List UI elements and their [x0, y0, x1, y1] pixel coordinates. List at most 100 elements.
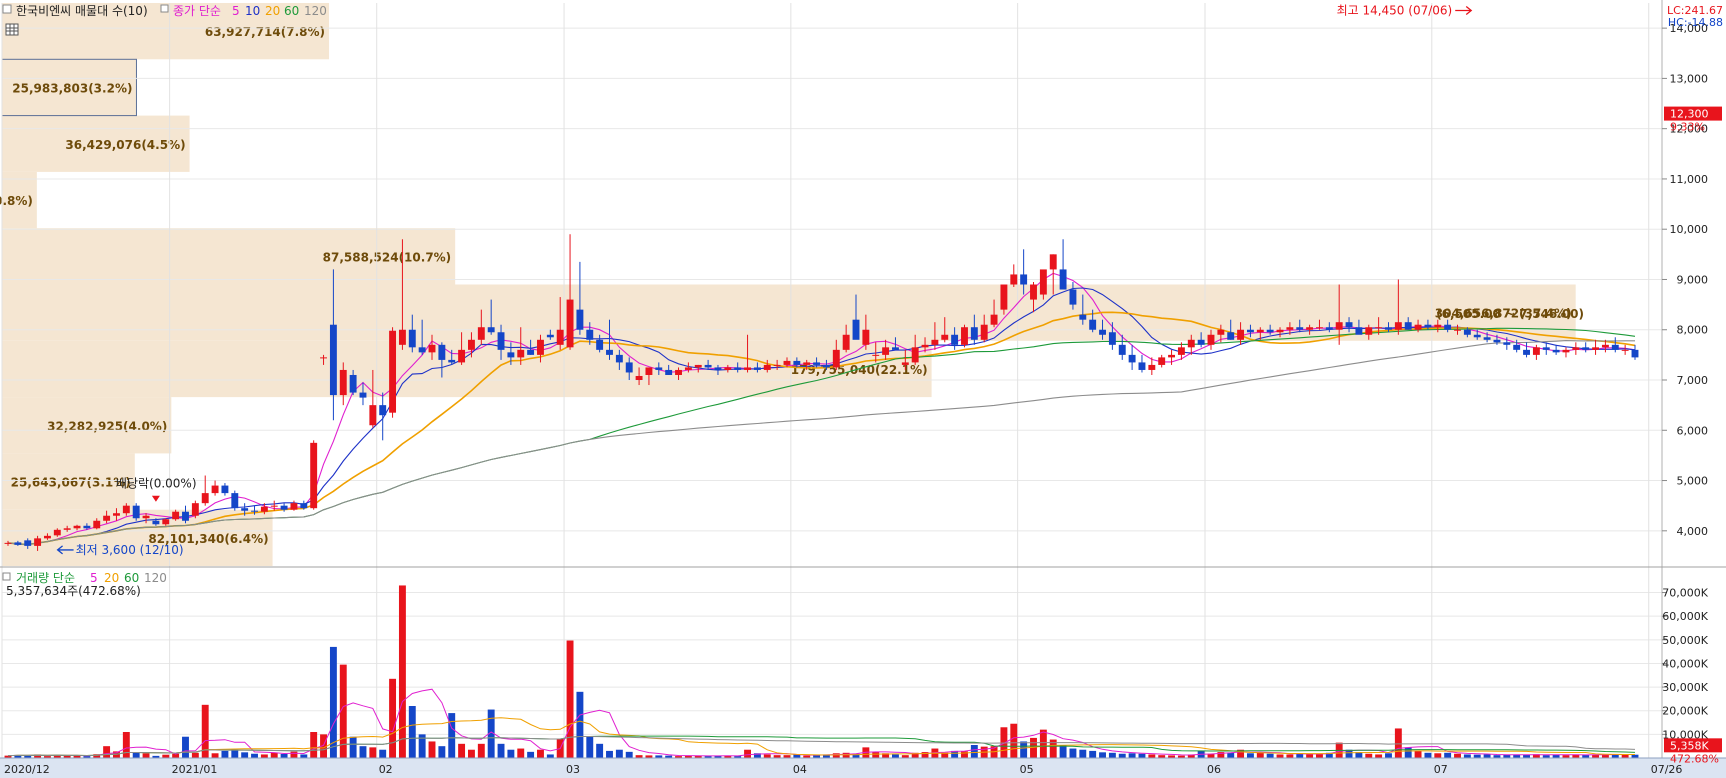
time-tick-label: 2020/12 — [4, 763, 50, 776]
volume-bar — [260, 754, 268, 758]
dividend-annotation: 배당락(0.00%) — [116, 477, 197, 491]
volume-bar — [458, 743, 466, 758]
volume-tick-label: 30,000K — [1662, 681, 1708, 694]
candle-body — [83, 525, 91, 529]
candle-body — [1542, 347, 1550, 350]
candle-body — [4, 542, 12, 544]
volume-bar — [280, 753, 288, 758]
volume-bar — [763, 754, 771, 758]
candle-body — [665, 369, 673, 375]
price-tick-label: 8,000 — [1677, 324, 1709, 337]
candle-body — [201, 493, 209, 504]
candle-body — [1030, 284, 1037, 300]
volume-bar — [389, 678, 397, 758]
volume-bar — [369, 747, 377, 758]
volume-bar — [586, 736, 594, 758]
volume-bar — [1375, 754, 1383, 758]
volume-tick-label: 50,000K — [1662, 634, 1708, 647]
candle-body — [487, 327, 495, 333]
candle-body — [1572, 347, 1580, 350]
volume-bar — [970, 745, 978, 758]
candle-body — [172, 511, 180, 520]
candle-body — [872, 354, 880, 356]
volume-bar — [270, 752, 278, 758]
candle-body — [1444, 324, 1452, 330]
candle-body — [941, 334, 949, 340]
candle-body — [1316, 327, 1323, 329]
volume-bar — [467, 749, 475, 758]
profile-label: 6,790,167(0.8%) — [0, 194, 33, 208]
candle-body — [1345, 322, 1353, 328]
candle-body — [1483, 337, 1491, 340]
vma5-label: 5 — [90, 571, 98, 585]
candle-body — [191, 503, 199, 516]
stock-chart[interactable]: 82,101,340(6.4%)25,643,067(3.1%)32,282,9… — [0, 0, 1726, 778]
volume-bar — [1069, 748, 1077, 758]
volume-bar — [1286, 754, 1294, 758]
candle-body — [379, 405, 387, 416]
candle-body — [1128, 354, 1136, 363]
candle-body — [566, 299, 574, 348]
candle-body — [1454, 329, 1461, 331]
candle-body — [477, 327, 485, 340]
volume-bar — [596, 743, 604, 758]
volume-bar — [142, 753, 150, 758]
candle-body — [1148, 364, 1156, 370]
candle-body — [1375, 327, 1383, 329]
candle-body — [1049, 254, 1057, 270]
volume-bar — [241, 752, 249, 758]
table-icon[interactable] — [5, 23, 19, 36]
candle-body — [211, 485, 219, 494]
candle-body — [310, 442, 318, 509]
time-tick-label: 03 — [566, 763, 580, 776]
panel-toggle-icon[interactable] — [2, 4, 12, 14]
candle-body — [389, 330, 397, 413]
ma60-label: 60 — [284, 4, 299, 18]
candle-body — [507, 352, 515, 358]
candle-body — [1237, 329, 1245, 340]
high-annotation: 최고 14,450 (07/06) — [1337, 4, 1453, 18]
volume-bar — [182, 736, 189, 758]
candle-body — [251, 510, 258, 512]
candle-body — [744, 367, 751, 370]
ma20-label: 20 — [265, 4, 280, 18]
candle-body — [1434, 324, 1442, 328]
candle-body — [1197, 339, 1205, 345]
candle-body — [1020, 274, 1028, 285]
candle-body — [182, 511, 189, 521]
price-tick-label: 10,000 — [1670, 223, 1709, 236]
volume-tick-label: 70,000K — [1662, 587, 1708, 600]
candle-body — [1582, 347, 1590, 350]
price-tick-label: 4,000 — [1677, 525, 1709, 538]
time-tick-label: 2021/01 — [172, 763, 218, 776]
candle-body — [527, 349, 535, 355]
candle-body — [1039, 269, 1047, 295]
candle-body — [122, 505, 130, 514]
volume-bar — [1089, 750, 1097, 758]
volume-bar — [527, 751, 535, 758]
candle-body — [1000, 284, 1008, 310]
volume-bar — [1434, 753, 1442, 758]
candle-body — [1513, 344, 1521, 350]
candle-body — [684, 367, 692, 370]
candle-body — [1611, 344, 1619, 350]
candle-body — [1493, 339, 1501, 343]
time-tick-label: 07 — [1434, 763, 1448, 776]
candle-body — [1276, 329, 1284, 333]
candle-body — [34, 538, 42, 546]
candle-body — [793, 360, 801, 365]
candle-body — [1463, 329, 1471, 335]
volume-bar — [507, 749, 515, 758]
volume-bar — [477, 743, 485, 758]
volume-bar — [1148, 754, 1156, 758]
volume-bar — [251, 753, 258, 758]
candle-body — [221, 485, 229, 494]
candle-body — [428, 344, 436, 353]
candle-body — [931, 339, 939, 345]
candle-body — [783, 360, 791, 365]
candle-body — [142, 515, 150, 519]
volume-toggle-icon[interactable] — [2, 572, 11, 581]
ma-toggle-icon[interactable] — [160, 4, 169, 13]
candle-body — [517, 349, 525, 358]
volume-bar — [1483, 754, 1491, 758]
